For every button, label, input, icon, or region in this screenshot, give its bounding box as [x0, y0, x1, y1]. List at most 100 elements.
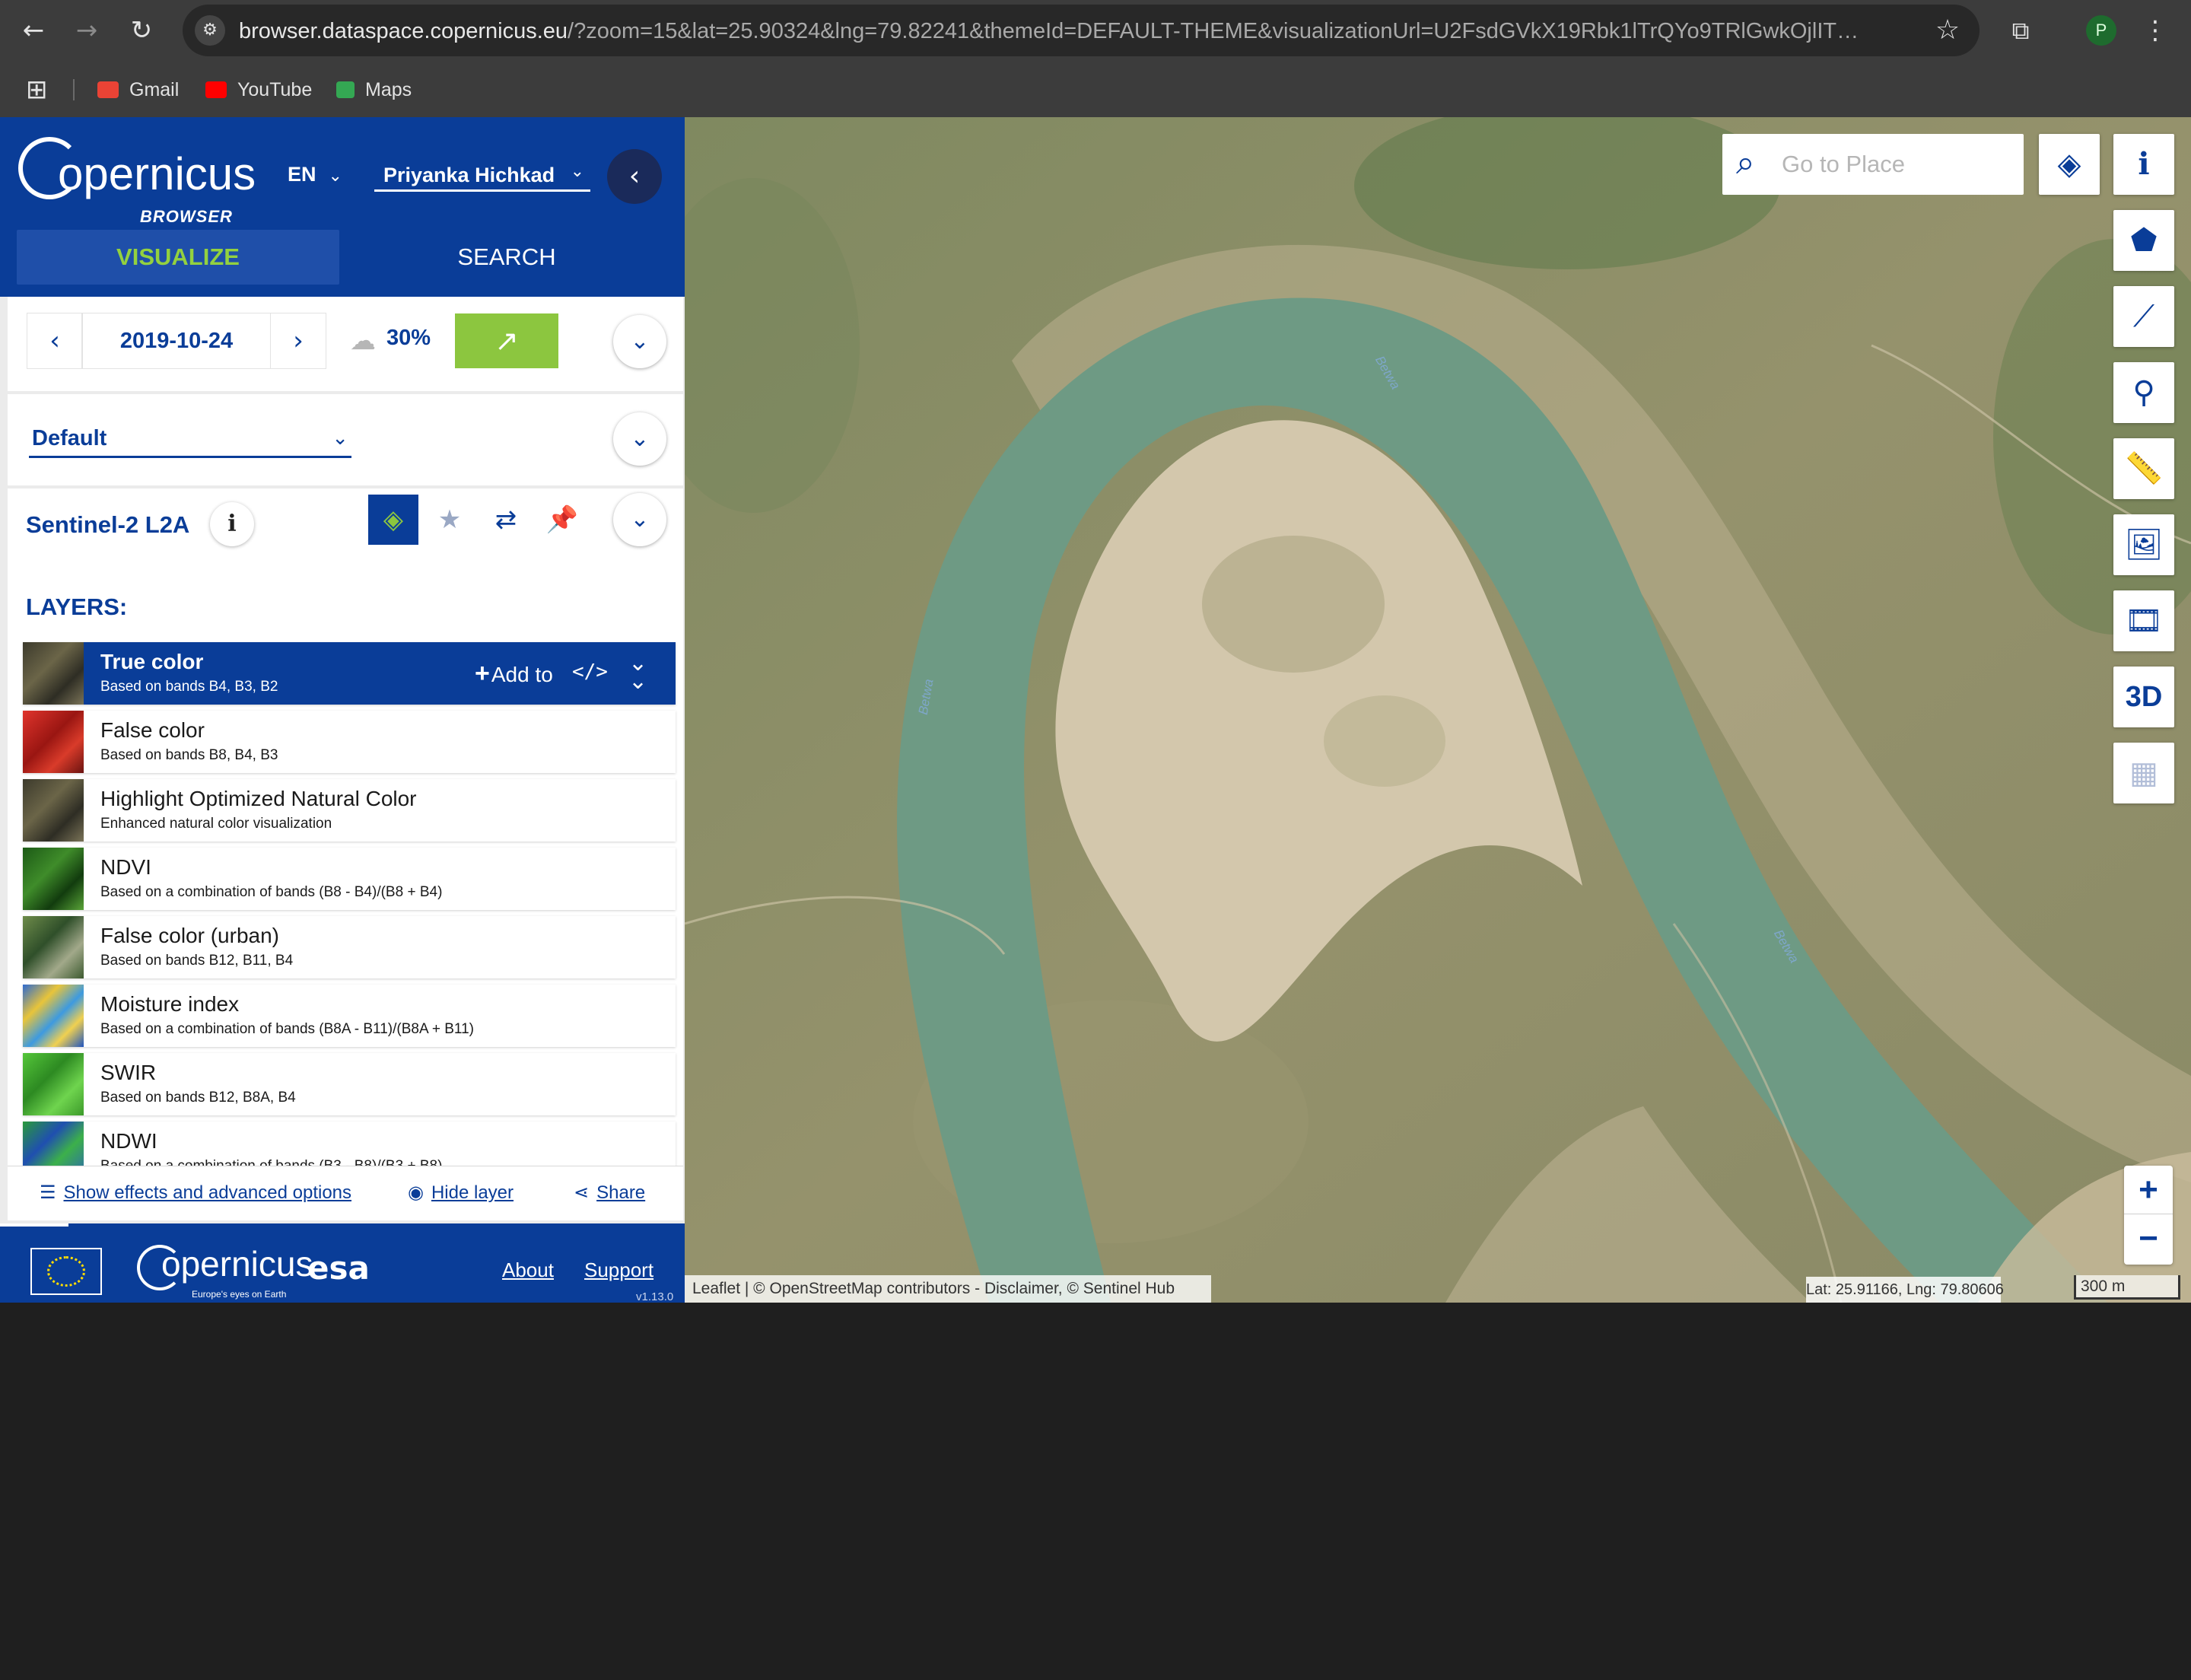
layer-description: Based on bands B12, B11, B4	[100, 953, 294, 969]
user-menu[interactable]: Priyanka Hichkad ⌄	[374, 158, 590, 192]
go-to-place-box: ⌕	[1722, 134, 2024, 195]
zoom-out-button[interactable]: −	[2124, 1214, 2173, 1263]
tab-search[interactable]: SEARCH	[339, 230, 674, 285]
layer-thumbnail	[23, 916, 84, 978]
share-link[interactable]: ⋖ Share	[574, 1182, 645, 1204]
panel-footer: opernicus Europe's eyes on Earth esa Abo…	[0, 1223, 685, 1303]
theme-card: Default ⌄ ⌄	[8, 394, 683, 485]
layer-thumbnail	[23, 1053, 84, 1115]
search-icon: ⌕	[1736, 143, 1755, 182]
url-text[interactable]: browser.dataspace.copernicus.eu/?zoom=15…	[239, 18, 1875, 44]
layer-name: Moisture index	[100, 992, 240, 1016]
chevron-down-icon: ⌄	[332, 427, 348, 450]
hide-layer-link[interactable]: ◉ Hide layer	[408, 1182, 514, 1204]
apps-grid-icon[interactable]: ⊞	[26, 76, 53, 103]
info-icon[interactable]: i	[2113, 134, 2174, 195]
layer-item-false-color-urban[interactable]: False color (urban) Based on bands B12, …	[23, 916, 676, 978]
bookmark-gmail[interactable]: Gmail	[97, 76, 179, 103]
sandbar-patch	[1324, 695, 1445, 787]
expand-theme-button[interactable]: ⌄	[613, 412, 666, 466]
layer-item-highlight-natural-color[interactable]: Highlight Optimized Natural Color Enhanc…	[23, 779, 676, 842]
pin-icon[interactable]: 📌	[537, 495, 587, 545]
previous-date-button[interactable]: ‹	[27, 313, 82, 368]
layer-item-ndvi[interactable]: NDVI Based on a combination of bands (B8…	[23, 848, 676, 910]
layer-item-swir[interactable]: SWIR Based on bands B12, B8A, B4	[23, 1053, 676, 1115]
copernicus-footer-logo: opernicus	[161, 1244, 313, 1284]
map-view[interactable]: Betwa Betwa Betwa ⌕ ◈ i ⬟ ⟋ ⚲ 📏 🖼 🎞 3D ▦…	[685, 117, 2191, 1303]
bookmark-star-icon[interactable]: ☆	[1931, 14, 1964, 47]
favorite-star-icon[interactable]: ★	[425, 495, 475, 545]
eu-flag-logo	[30, 1248, 102, 1295]
layer-name: True color	[100, 650, 204, 673]
logo-word: opernicus	[58, 148, 256, 199]
layer-item-moisture-index[interactable]: Moisture index Based on a combination of…	[23, 985, 676, 1047]
collapse-panel-button[interactable]: ‹	[607, 149, 662, 204]
zoom-in-button[interactable]: +	[2124, 1166, 2173, 1214]
version-label: v1.13.0	[636, 1290, 674, 1303]
profile-avatar[interactable]: P	[2086, 15, 2116, 46]
language-select[interactable]: EN ⌄	[288, 163, 342, 186]
film-icon[interactable]: 🎞	[2113, 590, 2174, 651]
next-date-button[interactable]: ›	[271, 313, 326, 368]
bookmark-label: Maps	[365, 79, 412, 100]
chevron-down-icon: ⌄	[570, 162, 584, 181]
chart-icon[interactable]: ▦	[2113, 743, 2174, 803]
address-bar[interactable]: ⚙ browser.dataspace.copernicus.eu/?zoom=…	[183, 5, 1980, 56]
map-attribution[interactable]: Leaflet | © OpenStreetMap contributors -…	[685, 1275, 1211, 1303]
layer-name: False color (urban)	[100, 924, 279, 947]
url-host: browser.dataspace.copernicus.eu	[239, 19, 568, 43]
bookmark-youtube[interactable]: YouTube	[205, 76, 312, 103]
layers-toggle-icon[interactable]: ◈	[2039, 134, 2100, 195]
layer-thumbnail	[23, 642, 84, 705]
about-link[interactable]: About	[502, 1258, 554, 1282]
eye-off-icon: ◉	[408, 1182, 424, 1203]
reload-icon[interactable]: ↻	[125, 14, 158, 47]
compare-arrows-icon[interactable]: ⇄	[481, 495, 531, 545]
theme-select[interactable]: Default ⌄	[29, 422, 351, 458]
pin-icon[interactable]: ⚲	[2113, 362, 2174, 423]
browser-menu-icon[interactable]: ⋮	[2142, 14, 2168, 47]
effects-link[interactable]: ☰ Show effects and advanced options	[40, 1182, 351, 1204]
satellite-imagery	[685, 117, 2191, 1303]
maps-icon	[336, 81, 355, 98]
bookmarks-bar: ⊞ Gmail YouTube Maps	[0, 73, 2191, 107]
image-download-icon[interactable]: 🖼	[2113, 514, 2174, 575]
back-arrow-icon[interactable]: ←	[17, 14, 50, 47]
site-settings-icon[interactable]: ⚙	[195, 15, 225, 46]
dataset-info-button[interactable]: i	[210, 502, 254, 546]
vegetated-sandbar	[1202, 536, 1385, 673]
bookmark-maps[interactable]: Maps	[336, 76, 412, 103]
expand-dataset-button[interactable]: ⌄	[613, 493, 666, 546]
esa-logo: esa	[307, 1249, 370, 1287]
search-date-button[interactable]: ↗	[455, 313, 558, 368]
go-to-place-input[interactable]	[1782, 148, 2010, 181]
panel-header: opernicus BROWSER EN ⌄ Priyanka Hichkad ⌄ …	[0, 117, 685, 297]
sliders-icon: ☰	[40, 1182, 56, 1203]
date-field[interactable]: 2019-10-24	[82, 313, 271, 368]
layer-thumbnail	[23, 985, 84, 1047]
tab-visualize[interactable]: VISUALIZE	[17, 230, 339, 285]
user-name: Priyanka Hichkad	[383, 164, 555, 186]
layer-item-true-color[interactable]: True color Based on bands B4, B3, B2 +Ad…	[23, 642, 676, 705]
layer-description: Enhanced natural color visualization	[100, 816, 332, 832]
expand-date-button[interactable]: ⌄	[613, 315, 666, 368]
extensions-icon[interactable]: ⧉	[2004, 14, 2037, 47]
forward-arrow-icon[interactable]: →	[70, 14, 103, 47]
date-card: ‹ 2019-10-24 › ☁ 30% ↗ ⌄	[8, 297, 683, 391]
3d-view-button[interactable]: 3D	[2113, 667, 2174, 727]
code-icon[interactable]: </>	[572, 660, 608, 683]
add-to-button[interactable]: +Add to	[475, 659, 553, 689]
polygon-icon[interactable]: ⬟	[2113, 210, 2174, 271]
double-chevron-down-icon[interactable]: ⌄ ⌄	[628, 652, 647, 693]
cloud-coverage[interactable]: 30%	[386, 326, 431, 351]
share-icon: ⋖	[574, 1182, 590, 1203]
support-link[interactable]: Support	[584, 1258, 653, 1282]
layers-heading: LAYERS:	[26, 593, 128, 620]
layers-stack-icon[interactable]: ◈	[368, 495, 418, 545]
cursor-coordinates: Lat: 25.91166, Lng: 79.80606	[1806, 1277, 2004, 1303]
ruler-icon[interactable]: 📏	[2113, 438, 2174, 499]
layer-description: Based on bands B4, B3, B2	[100, 679, 278, 695]
layer-name: SWIR	[100, 1061, 157, 1084]
layer-item-false-color[interactable]: False color Based on bands B8, B4, B3	[23, 711, 676, 773]
line-icon[interactable]: ⟋	[2113, 286, 2174, 347]
